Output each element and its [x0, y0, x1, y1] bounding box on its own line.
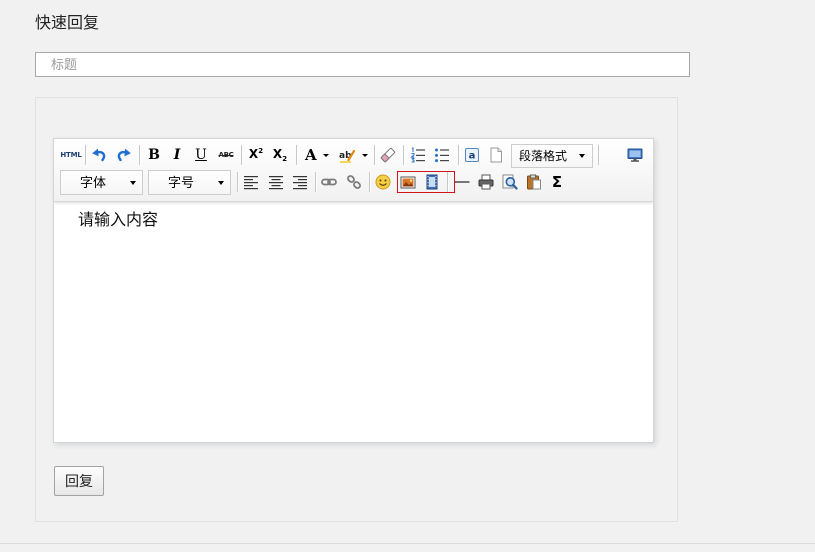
- toolbar-separator: [85, 145, 87, 165]
- chevron-down-icon[interactable]: [322, 153, 329, 157]
- chevron-down-icon[interactable]: [362, 153, 368, 157]
- ordered-list-icon: [410, 147, 425, 163]
- insert-video-button[interactable]: [422, 172, 442, 192]
- editor-toolbar: HTML B I U ABC X2 X2 A ab a 段落格式 字体 字号 Σ: [54, 139, 653, 202]
- paste-plain-button[interactable]: a: [462, 145, 482, 165]
- monitor-icon: [627, 148, 643, 162]
- chevron-down-icon: [130, 181, 136, 185]
- chevron-down-icon: [579, 154, 585, 158]
- superscript-mark: 2: [258, 147, 264, 155]
- undo-button[interactable]: [89, 145, 109, 165]
- toolbar-separator: [296, 145, 298, 165]
- pen-icon: [340, 149, 355, 163]
- preview-button[interactable]: [500, 172, 520, 192]
- toolbar-separator: [237, 172, 239, 192]
- toolbar-separator: [403, 145, 405, 165]
- emoji-button[interactable]: [373, 172, 393, 192]
- clear-document-button[interactable]: [486, 145, 506, 165]
- editor-content-text: 请输入内容: [78, 212, 159, 229]
- unlink-icon: [347, 175, 361, 189]
- align-center-button[interactable]: [266, 172, 286, 192]
- toolbar-separator: [447, 172, 449, 192]
- font-size-value: 字号: [168, 175, 195, 190]
- font-color-icon: A: [305, 146, 317, 164]
- paste-plain-glyph: a: [469, 150, 476, 161]
- reply-panel: HTML B I U ABC X2 X2 A ab a 段落格式 字体 字号 Σ…: [35, 97, 678, 522]
- print-button[interactable]: [476, 172, 496, 192]
- underline-icon: U: [195, 147, 207, 163]
- unordered-list-icon: [435, 148, 449, 163]
- underline-button[interactable]: U: [191, 145, 211, 165]
- unordered-list-button[interactable]: [432, 145, 452, 165]
- toolbar-separator: [315, 172, 317, 192]
- bold-button[interactable]: B: [144, 145, 164, 165]
- eraser-icon: [380, 147, 396, 163]
- video-icon: [426, 174, 438, 190]
- reply-button[interactable]: 回复: [54, 466, 104, 496]
- paragraph-format-select[interactable]: 段落格式: [511, 144, 593, 168]
- highlight-color-button[interactable]: ab: [337, 145, 369, 165]
- rich-text-editor: HTML B I U ABC X2 X2 A ab a 段落格式 字体 字号 Σ…: [53, 138, 654, 443]
- unlink-button[interactable]: [344, 172, 364, 192]
- superscript-icon: X2: [249, 147, 263, 163]
- bottom-divider: [0, 543, 815, 544]
- link-button[interactable]: [319, 172, 339, 192]
- subscript-mark: 2: [282, 155, 288, 163]
- link-icon: [321, 178, 337, 186]
- toolbar-separator: [241, 145, 243, 165]
- source-button[interactable]: HTML: [60, 145, 82, 165]
- blank-page-icon: [490, 147, 502, 163]
- undo-icon: [92, 148, 106, 162]
- print-icon: [478, 174, 494, 190]
- chevron-down-icon: [218, 181, 224, 185]
- italic-button[interactable]: I: [167, 145, 187, 165]
- formula-button[interactable]: Σ: [547, 172, 567, 192]
- paste-plain-icon: a: [465, 148, 479, 162]
- redo-icon: [117, 148, 131, 162]
- fullscreen-button[interactable]: [625, 145, 645, 165]
- redo-button[interactable]: [114, 145, 134, 165]
- template-button[interactable]: [524, 172, 544, 192]
- align-left-icon: [244, 176, 258, 190]
- html-source-icon: HTML: [60, 151, 82, 159]
- editor-content[interactable]: 请输入内容: [54, 202, 653, 442]
- font-family-select[interactable]: 字体: [60, 170, 143, 195]
- superscript-base: X: [248, 147, 259, 161]
- preview-icon: [502, 174, 518, 190]
- subscript-base: X: [272, 147, 283, 161]
- subscript-button[interactable]: X2: [270, 145, 290, 165]
- emoji-icon: [375, 174, 391, 190]
- toolbar-separator: [598, 145, 600, 165]
- template-icon: [527, 174, 541, 190]
- insert-image-button[interactable]: [398, 172, 418, 192]
- align-right-button[interactable]: [290, 172, 310, 192]
- font-family-value: 字体: [80, 175, 107, 190]
- align-left-button[interactable]: [241, 172, 261, 192]
- strikethrough-button[interactable]: ABC: [216, 145, 236, 165]
- font-size-select[interactable]: 字号: [148, 170, 231, 195]
- align-center-icon: [269, 176, 283, 190]
- toolbar-separator: [374, 145, 376, 165]
- strikethrough-icon: ABC: [218, 151, 234, 159]
- superscript-button[interactable]: X2: [246, 145, 266, 165]
- bold-icon: B: [148, 147, 160, 163]
- page-title: 快速回复: [35, 15, 100, 32]
- title-input[interactable]: [35, 52, 690, 77]
- align-right-icon: [293, 176, 307, 190]
- horizontal-rule-button[interactable]: [452, 172, 472, 192]
- subscript-icon: X2: [273, 147, 287, 163]
- sigma-icon: Σ: [551, 173, 563, 191]
- highlight-color-icon: ab: [339, 147, 355, 163]
- toolbar-separator: [139, 145, 141, 165]
- font-color-button[interactable]: A: [302, 145, 332, 165]
- toolbar-separator: [369, 172, 371, 192]
- italic-icon: I: [173, 147, 181, 163]
- horizontal-line-icon: [454, 181, 470, 183]
- image-icon: [400, 176, 416, 189]
- ordered-list-button[interactable]: [408, 145, 428, 165]
- toolbar-separator: [458, 145, 460, 165]
- remove-format-button[interactable]: [378, 145, 398, 165]
- paragraph-format-value: 段落格式: [519, 149, 568, 163]
